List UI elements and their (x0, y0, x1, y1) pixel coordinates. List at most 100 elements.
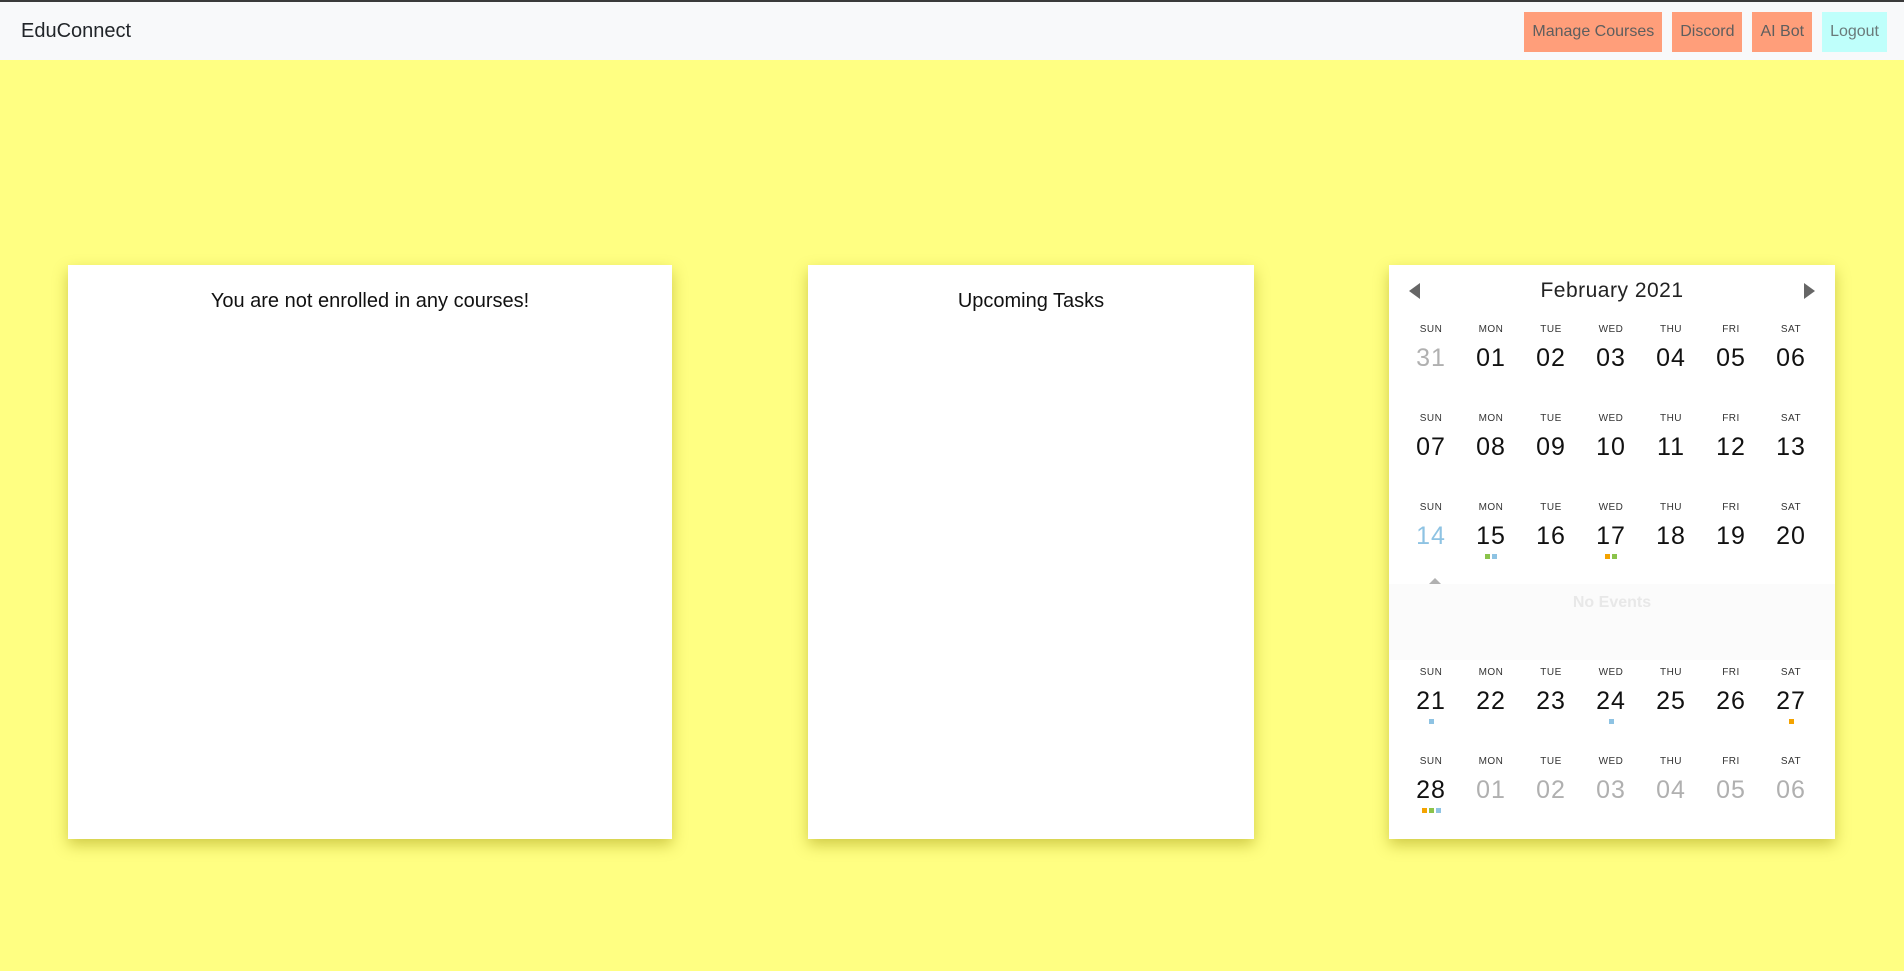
event-indicators (1401, 465, 1461, 471)
event-indicators (1701, 376, 1761, 382)
event-indicators (1401, 554, 1461, 560)
calendar-day[interactable]: SUN 14 (1401, 495, 1461, 560)
event-dot-icon (1608, 719, 1614, 724)
calendar-day[interactable]: SAT 13 (1761, 406, 1821, 471)
calendar-day[interactable]: MON 15 (1461, 495, 1521, 560)
calendar-day[interactable]: THU 11 (1641, 406, 1701, 471)
calendar-day[interactable]: FRI 05 (1701, 317, 1761, 382)
calendar-day[interactable]: THU 18 (1641, 495, 1701, 560)
calendar-day[interactable]: FRI 12 (1701, 406, 1761, 471)
calendar-day-name: TUE (1540, 756, 1562, 767)
event-indicators (1521, 465, 1581, 471)
event-indicators (1581, 554, 1641, 560)
calendar-day-name: WED (1598, 667, 1624, 678)
brand-logo-text[interactable]: EduConnect (21, 20, 131, 43)
event-indicators (1401, 376, 1461, 382)
calendar-day-number: 15 (1476, 522, 1506, 550)
logout-button[interactable]: Logout (1822, 12, 1887, 52)
calendar-week-row: SUN 28 MON 01 TUE 02 WED 03 THU 04 FRI 05 SAT 06 (1389, 749, 1835, 838)
courses-empty-message: You are not enrolled in any courses! (210, 290, 530, 312)
event-indicators (1521, 719, 1581, 725)
calendar-day[interactable]: SUN 31 (1401, 317, 1461, 382)
calendar-day-name: WED (1598, 502, 1624, 513)
calendar-day-number: 14 (1416, 522, 1446, 550)
manage-courses-button[interactable]: Manage Courses (1524, 12, 1663, 52)
event-indicators (1521, 554, 1581, 560)
event-indicators (1521, 808, 1581, 814)
calendar-day-number: 31 (1416, 344, 1446, 372)
event-indicators (1701, 554, 1761, 560)
calendar-day[interactable]: SUN 07 (1401, 406, 1461, 471)
event-indicators (1461, 719, 1521, 725)
calendar-day[interactable]: WED 03 (1581, 749, 1641, 814)
calendar-day[interactable]: WED 24 (1581, 660, 1641, 725)
event-indicators (1701, 719, 1761, 725)
calendar-day-name: SAT (1780, 502, 1802, 513)
calendar-day[interactable]: TUE 16 (1521, 495, 1581, 560)
calendar-day-name: SAT (1780, 756, 1802, 767)
calendar-day[interactable]: MON 01 (1461, 317, 1521, 382)
calendar-day-name: THU (1659, 667, 1683, 678)
calendar-day[interactable]: TUE 09 (1521, 406, 1581, 471)
event-dot-icon (1612, 554, 1617, 559)
calendar-day-number: 01 (1476, 344, 1506, 372)
ai-bot-button[interactable]: AI Bot (1752, 12, 1813, 52)
calendar-day-number: 18 (1656, 522, 1686, 550)
calendar-day[interactable]: FRI 05 (1701, 749, 1761, 814)
calendar-day[interactable]: MON 22 (1461, 660, 1521, 725)
calendar-day[interactable]: SAT 20 (1761, 495, 1821, 560)
calendar-day[interactable]: THU 04 (1641, 317, 1701, 382)
event-dot-icon (1421, 808, 1427, 813)
upcoming-tasks-title: Upcoming Tasks (957, 290, 1105, 312)
calendar-day[interactable]: TUE 02 (1521, 317, 1581, 382)
event-indicators (1581, 465, 1641, 471)
calendar-day-name: SUN (1419, 756, 1443, 767)
event-indicators (1581, 808, 1641, 814)
event-details-panel: No Events (1389, 578, 1835, 660)
calendar-day-name: TUE (1540, 324, 1562, 335)
calendar-day[interactable]: SAT 06 (1761, 749, 1821, 814)
calendar-day-number: 21 (1416, 687, 1446, 715)
calendar-day-name: SUN (1419, 502, 1443, 513)
event-indicators (1641, 719, 1701, 725)
next-month-arrow-icon[interactable] (1804, 283, 1815, 299)
calendar-day[interactable]: MON 08 (1461, 406, 1521, 471)
calendar-day[interactable]: SAT 06 (1761, 317, 1821, 382)
calendar-day[interactable]: WED 03 (1581, 317, 1641, 382)
event-dot-icon (1428, 719, 1434, 724)
calendar-day[interactable]: WED 17 (1581, 495, 1641, 560)
event-indicators (1521, 376, 1581, 382)
calendar-day-name: SAT (1780, 324, 1802, 335)
upcoming-tasks-card: Upcoming Tasks (808, 265, 1254, 839)
calendar-day[interactable]: THU 04 (1641, 749, 1701, 814)
calendar-day-number: 05 (1716, 776, 1746, 804)
calendar-day[interactable]: MON 01 (1461, 749, 1521, 814)
calendar-day-number: 03 (1596, 776, 1626, 804)
calendar-day-number: 17 (1596, 522, 1626, 550)
calendar-day-name: TUE (1540, 667, 1562, 678)
calendar-day-number: 04 (1656, 344, 1686, 372)
calendar-week-row: SUN 31 MON 01 TUE 02 WED 03 THU 04 FRI 05 SAT 06 (1389, 317, 1835, 406)
calendar-day[interactable]: TUE 23 (1521, 660, 1581, 725)
calendar-month-title: February 2021 (1540, 279, 1684, 302)
calendar-day[interactable]: FRI 26 (1701, 660, 1761, 725)
calendar-day-name: THU (1659, 502, 1683, 513)
event-indicators (1701, 808, 1761, 814)
calendar-day[interactable]: SAT 27 (1761, 660, 1821, 725)
calendar-day-name: MON (1478, 502, 1504, 513)
event-indicators (1761, 808, 1821, 814)
calendar-day[interactable]: THU 25 (1641, 660, 1701, 725)
calendar-day[interactable]: TUE 02 (1521, 749, 1581, 814)
calendar-day[interactable]: FRI 19 (1701, 495, 1761, 560)
discord-button[interactable]: Discord (1672, 12, 1743, 52)
calendar-day[interactable]: SUN 21 (1401, 660, 1461, 725)
event-indicators (1401, 719, 1461, 725)
calendar-day-number: 01 (1476, 776, 1506, 804)
calendar-day-name: MON (1478, 667, 1504, 678)
calendar-day[interactable]: WED 10 (1581, 406, 1641, 471)
calendar-day-number: 16 (1536, 522, 1566, 550)
calendar-day-name: THU (1659, 756, 1683, 767)
calendar-day[interactable]: SUN 28 (1401, 749, 1461, 814)
calendar-day-number: 02 (1536, 344, 1566, 372)
event-indicators (1641, 465, 1701, 471)
